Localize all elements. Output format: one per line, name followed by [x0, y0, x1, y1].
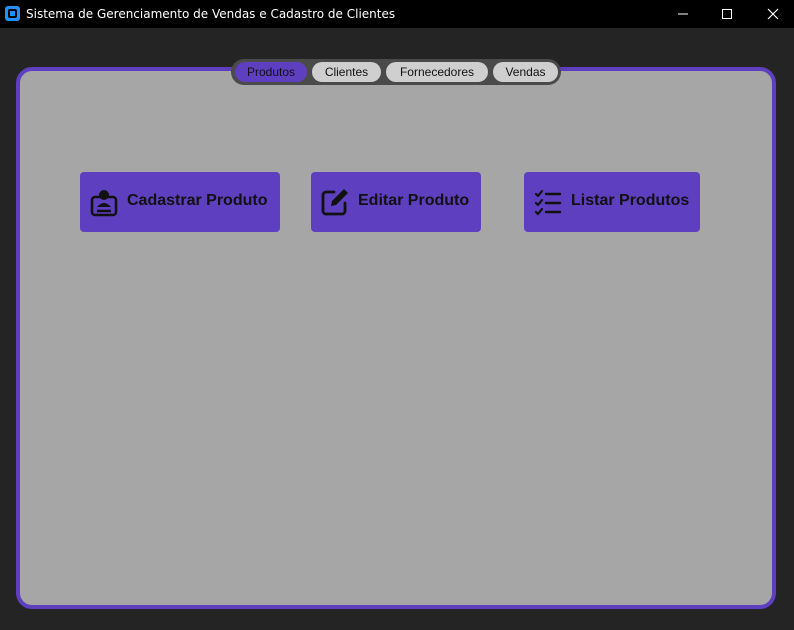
editar-produto-label: Editar Produto: [358, 192, 470, 209]
maximize-button[interactable]: [704, 0, 750, 28]
tab-content-panel: [16, 67, 776, 609]
tab-bar: Produtos Clientes Fornecedores Vendas: [231, 59, 561, 85]
close-button[interactable]: [750, 0, 794, 28]
tab-vendas[interactable]: Vendas: [493, 62, 558, 82]
listar-produtos-label: Listar Produtos: [571, 192, 690, 209]
app-window-icon: [5, 6, 20, 21]
list-checks-icon: [534, 189, 562, 216]
editar-produto-button[interactable]: Editar Produto: [311, 172, 481, 232]
close-icon: [767, 8, 779, 20]
edit-icon: [321, 189, 348, 216]
register-product-icon: [90, 190, 118, 217]
listar-produtos-button[interactable]: Listar Produtos: [524, 172, 700, 232]
cadastrar-produto-button[interactable]: Cadastrar Produto: [80, 172, 280, 232]
maximize-icon: [722, 9, 732, 19]
window-title: Sistema de Gerenciamento de Vendas e Cad…: [26, 7, 396, 21]
tab-produtos[interactable]: Produtos: [235, 62, 307, 82]
cadastrar-produto-label: Cadastrar Produto: [127, 192, 268, 209]
tab-fornecedores[interactable]: Fornecedores: [386, 62, 488, 82]
title-bar[interactable]: Sistema de Gerenciamento de Vendas e Cad…: [0, 0, 794, 28]
minimize-icon: [678, 13, 688, 15]
minimize-button[interactable]: [660, 0, 706, 28]
tab-clientes[interactable]: Clientes: [312, 62, 381, 82]
app-window: Sistema de Gerenciamento de Vendas e Cad…: [0, 0, 794, 630]
